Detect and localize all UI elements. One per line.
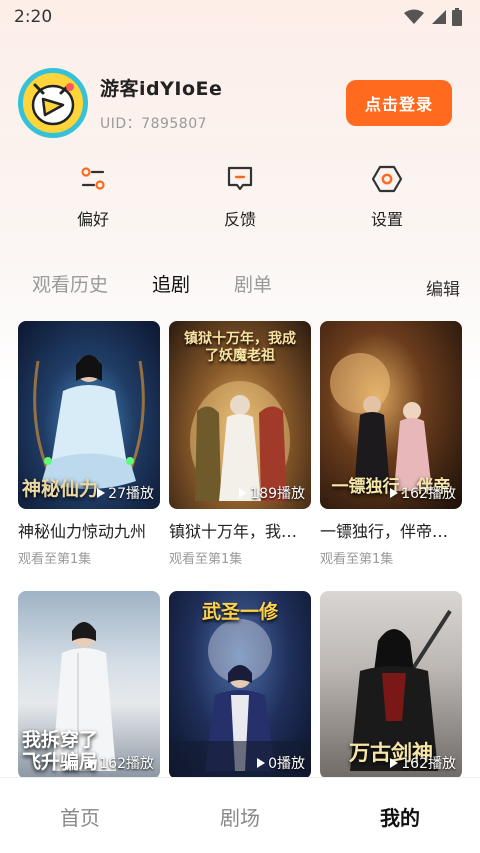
username: 游客idYIoEe bbox=[100, 77, 223, 100]
settings-icon bbox=[372, 165, 402, 193]
library-tabs: 观看历史 追剧 剧单 编辑 bbox=[0, 270, 480, 302]
play-count: 0播放 bbox=[257, 753, 305, 773]
watch-progress: 观看至第1集 bbox=[169, 552, 243, 567]
avatar[interactable] bbox=[18, 68, 88, 138]
settings-button[interactable]: 设置 bbox=[342, 162, 432, 230]
avatar-mascot-icon bbox=[31, 83, 75, 126]
preference-button[interactable]: 偏好 bbox=[48, 162, 138, 230]
play-icon bbox=[390, 488, 399, 498]
login-button[interactable]: 点击登录 bbox=[346, 80, 452, 126]
status-time: 2:20 bbox=[14, 7, 53, 27]
nav-theater[interactable]: 剧场 bbox=[195, 802, 285, 831]
feedback-icon bbox=[227, 166, 253, 191]
tab-watch-history[interactable]: 观看历史 bbox=[32, 270, 108, 297]
wifi-icon bbox=[404, 9, 424, 24]
cellular-signal-icon bbox=[432, 10, 446, 24]
profile-screen: 2:20 游客idYIoEe UID：7895807 点击登录 偏好 反馈 设置… bbox=[0, 0, 480, 853]
drama-card[interactable]: 武圣一修 0播放 bbox=[169, 591, 311, 779]
play-count: 162播放 bbox=[88, 753, 154, 773]
play-icon bbox=[390, 758, 399, 768]
user-uid: UID：7895807 bbox=[100, 115, 208, 132]
tab-playlist[interactable]: 剧单 bbox=[234, 270, 272, 297]
drama-poster[interactable]: 武圣一修 0播放 bbox=[169, 591, 311, 779]
settings-label: 设置 bbox=[370, 210, 403, 229]
play-icon bbox=[88, 758, 97, 768]
poster-title: 镇狱十万年，我成了妖魔老祖 bbox=[184, 331, 296, 364]
drama-title[interactable]: 一镖独行，伴帝… bbox=[320, 518, 462, 542]
feedback-label: 反馈 bbox=[223, 210, 256, 229]
drama-poster[interactable]: 一镖独行，伴帝 162播放 bbox=[320, 321, 462, 509]
play-count: 27播放 bbox=[97, 483, 154, 503]
status-icons bbox=[404, 8, 462, 26]
play-count: 162播放 bbox=[390, 483, 456, 503]
sliders-icon bbox=[81, 167, 105, 190]
profile-header: 游客idYIoEe UID：7895807 点击登录 bbox=[18, 68, 452, 138]
drama-poster[interactable]: 我拆穿了飞升骗局 162播放 bbox=[18, 591, 160, 779]
drama-card[interactable]: 万古剑神 162播放 bbox=[320, 591, 462, 779]
bottom-nav: 首页 剧场 我的 bbox=[0, 777, 480, 853]
quick-actions: 偏好 反馈 设置 bbox=[0, 162, 480, 232]
nav-home[interactable]: 首页 bbox=[35, 802, 125, 831]
preference-label: 偏好 bbox=[76, 210, 109, 229]
drama-poster[interactable]: 镇狱十万年，我成了妖魔老祖 189播放 bbox=[169, 321, 311, 509]
feedback-button[interactable]: 反馈 bbox=[195, 162, 285, 230]
watch-progress: 观看至第1集 bbox=[320, 552, 394, 567]
drama-card[interactable]: 一镖独行，伴帝 162播放 一镖独行，伴帝… 观看至第1集 bbox=[320, 321, 462, 567]
user-info: 游客idYIoEe UID：7895807 bbox=[100, 74, 346, 133]
edit-button[interactable]: 编辑 bbox=[426, 275, 460, 300]
tab-following[interactable]: 追剧 bbox=[152, 270, 190, 297]
drama-poster[interactable]: 万古剑神 162播放 bbox=[320, 591, 462, 779]
poster-title: 武圣一修 bbox=[201, 601, 278, 623]
play-icon bbox=[257, 758, 266, 768]
watch-progress: 观看至第1集 bbox=[18, 552, 92, 567]
play-icon bbox=[239, 488, 248, 498]
drama-card[interactable]: 神秘仙力 27播放 神秘仙力惊动九州 观看至第1集 bbox=[18, 321, 160, 567]
drama-title[interactable]: 神秘仙力惊动九州 bbox=[18, 518, 160, 542]
battery-icon bbox=[452, 8, 462, 26]
status-bar: 2:20 bbox=[0, 0, 480, 34]
drama-card[interactable]: 我拆穿了飞升骗局 162播放 bbox=[18, 591, 160, 779]
play-count: 162播放 bbox=[390, 753, 456, 773]
play-count: 189播放 bbox=[239, 483, 305, 503]
play-icon bbox=[97, 488, 106, 498]
nav-mine[interactable]: 我的 bbox=[355, 802, 445, 831]
drama-card[interactable]: 镇狱十万年，我成了妖魔老祖 189播放 镇狱十万年，我成了妖魔老祖 观看至第1集 bbox=[169, 321, 311, 567]
drama-title[interactable]: 镇狱十万年，我成了妖魔老祖 bbox=[169, 518, 311, 542]
drama-poster[interactable]: 神秘仙力 27播放 bbox=[18, 321, 160, 509]
